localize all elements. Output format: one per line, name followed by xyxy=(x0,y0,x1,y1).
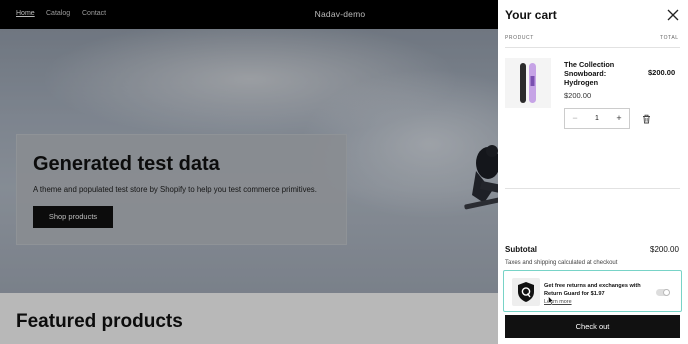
cart-item-price: $200.00 xyxy=(564,91,592,100)
quantity-increase-button[interactable]: + xyxy=(609,109,629,128)
quantity-stepper: − 1 + xyxy=(564,108,630,129)
divider xyxy=(505,47,680,48)
quantity-input[interactable]: 1 xyxy=(585,109,609,128)
column-header-product: PRODUCT xyxy=(505,35,534,41)
tax-note: Taxes and shipping calculated at checkou… xyxy=(505,260,618,266)
return-guard-toggle[interactable] xyxy=(656,289,670,296)
trash-icon[interactable] xyxy=(642,114,651,124)
cart-drawer: Your cart PRODUCT TOTAL The Collection S… xyxy=(498,0,688,344)
cart-title: Your cart xyxy=(505,8,557,22)
toggle-knob xyxy=(663,289,670,296)
checkout-button[interactable]: Check out xyxy=(505,315,680,338)
subtotal-label: Subtotal xyxy=(505,245,537,254)
return-guard-panel: Get free returns and exchanges with Retu… xyxy=(503,270,682,312)
column-header-total: TOTAL xyxy=(660,35,679,41)
snowboard-image xyxy=(520,63,536,103)
product-thumbnail[interactable] xyxy=(505,58,551,108)
cart-item-total: $200.00 xyxy=(648,68,676,77)
return-guard-logo xyxy=(512,278,540,306)
drawer-overlay[interactable] xyxy=(0,0,498,344)
divider xyxy=(505,188,680,189)
subtotal-value: $200.00 xyxy=(650,245,679,254)
cart-item-name[interactable]: The Collection Snowboard: Hydrogen xyxy=(564,60,634,87)
return-guard-text: Get free returns and exchanges with Retu… xyxy=(544,283,641,297)
quantity-decrease-button[interactable]: − xyxy=(565,109,585,128)
close-icon[interactable] xyxy=(666,8,680,22)
shield-icon xyxy=(518,282,534,302)
cursor-icon xyxy=(548,296,554,305)
